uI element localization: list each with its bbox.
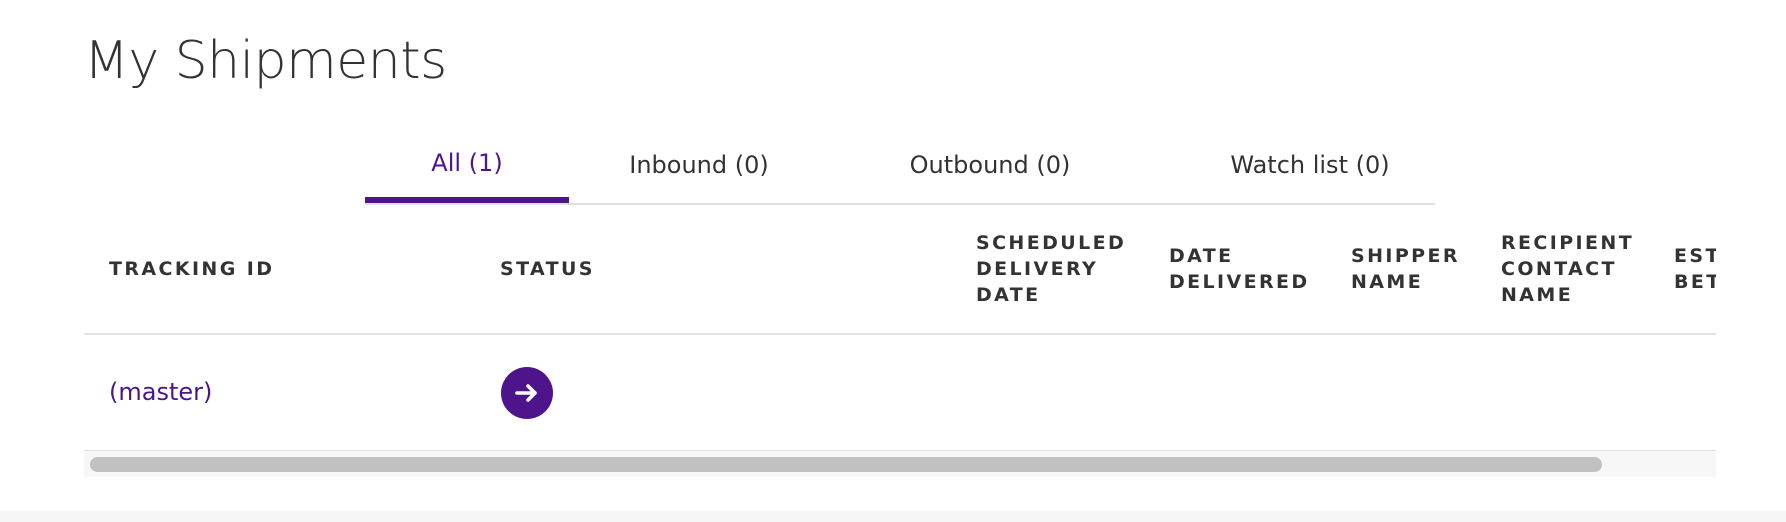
shipments-table: TRACKING ID STATUS SCHEDULED DELIVERY DA… <box>84 205 1716 477</box>
shipment-tabs: All (1) Inbound (0) Outbound (0) Watch l… <box>365 130 1435 205</box>
status-details-button[interactable] <box>501 367 553 419</box>
table-header: TRACKING ID STATUS SCHEDULED DELIVERY DA… <box>84 205 1716 335</box>
column-header-shipper-name[interactable]: SHIPPER NAME <box>1351 205 1460 333</box>
tab-watch-list[interactable]: Watch list (0) <box>1205 130 1415 203</box>
page-title: My Shipments <box>84 31 447 91</box>
column-header-tracking-id[interactable]: TRACKING ID <box>109 205 274 333</box>
column-header-recipient-contact-name[interactable]: RECIPIENT CONTACT NAME <box>1501 205 1634 333</box>
scrollbar-thumb[interactable] <box>90 457 1602 472</box>
column-header-date-delivered[interactable]: DATE DELIVERED <box>1169 205 1310 333</box>
page-footer-band <box>0 511 1786 522</box>
tracking-id-link[interactable]: (master) <box>109 335 212 450</box>
horizontal-scrollbar[interactable] <box>84 451 1716 477</box>
tab-inbound[interactable]: Inbound (0) <box>609 130 789 203</box>
tab-all[interactable]: All (1) <box>365 130 569 203</box>
column-header-scheduled-delivery-date[interactable]: SCHEDULED DELIVERY DATE <box>976 205 1126 333</box>
column-header-est-between[interactable]: EST BET <box>1674 205 1716 333</box>
table-row: (master) <box>84 335 1716 452</box>
tab-outbound[interactable]: Outbound (0) <box>890 130 1090 203</box>
column-header-status[interactable]: STATUS <box>500 205 595 333</box>
arrow-right-icon <box>515 384 537 402</box>
